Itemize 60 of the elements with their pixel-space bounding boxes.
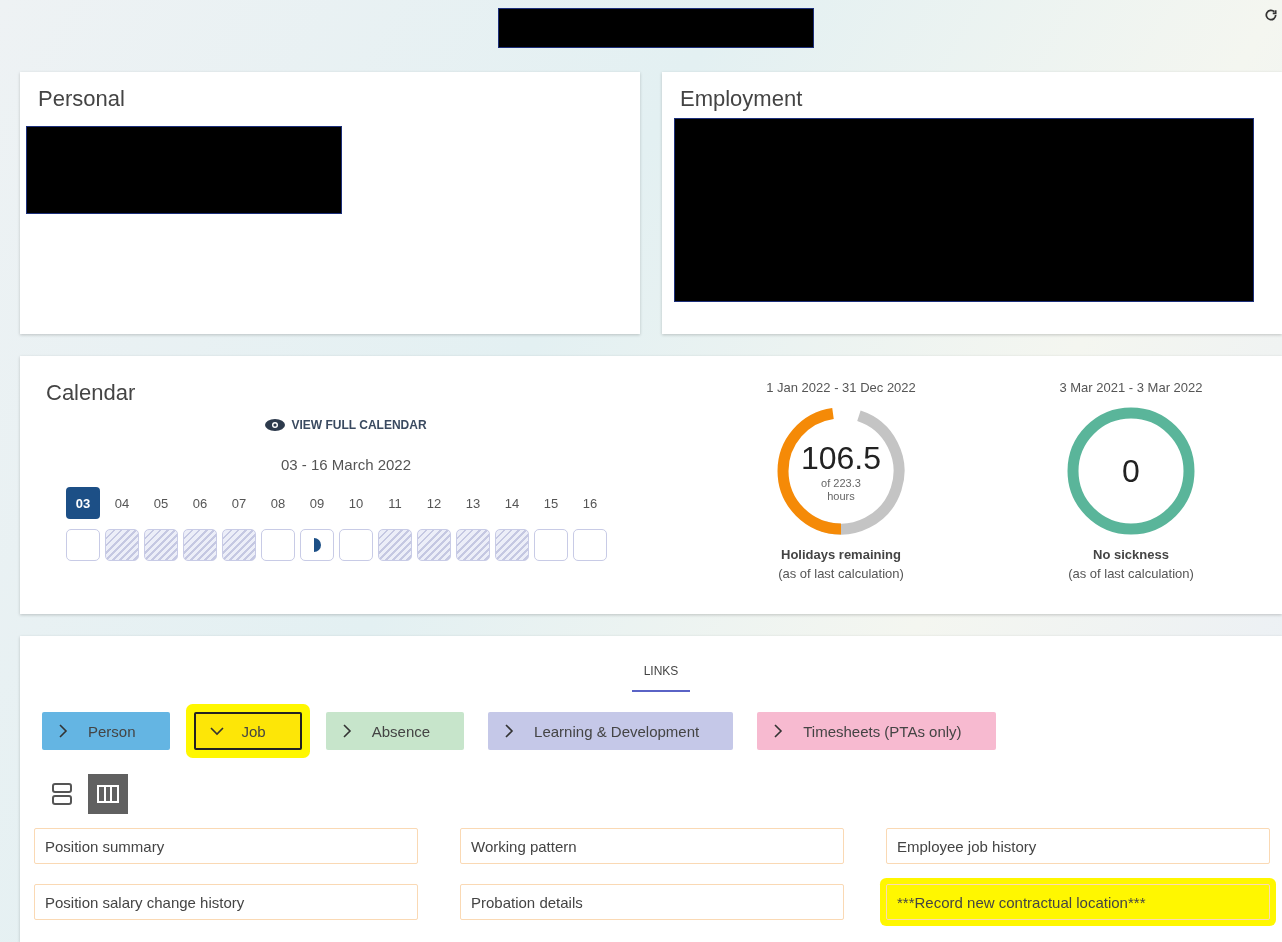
gauge-period: 1 Jan 2022 - 31 Dec 2022 (766, 380, 916, 395)
gauge-label: No sickness (1093, 547, 1169, 562)
day-cell[interactable] (66, 529, 100, 561)
day-number[interactable]: 13 (456, 487, 490, 519)
eye-icon (265, 419, 286, 431)
day-number[interactable]: 14 (495, 487, 529, 519)
day-cell[interactable] (456, 529, 490, 561)
day-number[interactable]: 16 (573, 487, 607, 519)
chevron-right-icon (56, 724, 70, 738)
day-cell[interactable] (417, 529, 451, 561)
day-number[interactable]: 09 (300, 487, 334, 519)
day-number[interactable]: 07 (222, 487, 256, 519)
day-cell[interactable] (573, 529, 607, 561)
day-number[interactable]: 10 (339, 487, 373, 519)
day-cell[interactable] (183, 529, 217, 561)
category-button[interactable]: Person (42, 712, 170, 750)
date-range: 03 - 16 March 2022 (280, 456, 412, 473)
chevron-down-icon (209, 724, 224, 738)
day-number[interactable]: 11 (378, 487, 412, 519)
gauge-value: 106.5 (800, 440, 882, 478)
job-link[interactable]: Position summary (34, 828, 418, 864)
day-number[interactable]: 12 (417, 487, 451, 519)
day-number[interactable]: 15 (534, 487, 568, 519)
card-title: Calendar (46, 380, 137, 406)
gauge-label: Holidays remaining (781, 547, 901, 562)
columns-view-button[interactable] (88, 774, 128, 814)
day-number[interactable]: 08 (261, 487, 295, 519)
day-cell[interactable] (495, 529, 529, 561)
job-link[interactable]: Position salary change history (34, 884, 418, 920)
rows-icon (52, 783, 72, 805)
gauge-total: of 223.3 (821, 477, 861, 490)
day-cell[interactable] (105, 529, 139, 561)
links-tab[interactable]: LINKS (631, 658, 691, 692)
day-number[interactable]: 06 (183, 487, 217, 519)
day-cell[interactable] (300, 529, 334, 561)
day-cell[interactable] (534, 529, 568, 561)
category-button[interactable]: Timesheets (PTAs only) (757, 712, 996, 750)
day-number[interactable]: 04 (105, 487, 139, 519)
card-title: Personal (37, 86, 126, 112)
category-button[interactable]: Learning & Development (488, 712, 734, 750)
day-cell[interactable] (222, 529, 256, 561)
job-link[interactable]: Working pattern (460, 828, 844, 864)
day-cell[interactable] (144, 529, 178, 561)
day-cell[interactable] (261, 529, 295, 561)
day-number[interactable]: 05 (144, 487, 178, 519)
gauge-unit: hours (827, 489, 855, 502)
card-title: Employment (680, 86, 804, 112)
gauge-period: 3 Mar 2021 - 3 Mar 2022 (1059, 380, 1203, 395)
gauge-note: (as of last calculation) (778, 566, 904, 581)
day-cell[interactable] (339, 529, 373, 561)
gauge-value: 0 (1122, 452, 1140, 490)
refresh-icon[interactable] (1264, 8, 1278, 22)
category-button[interactable]: Absence (325, 712, 465, 750)
view-calendar-link[interactable]: VIEW FULL CALENDAR (265, 418, 427, 432)
day-cell[interactable] (378, 529, 412, 561)
job-link[interactable]: Probation details (460, 884, 844, 920)
day-number[interactable]: 03 (66, 487, 100, 519)
gauge-note: (as of last calculation) (1068, 566, 1194, 581)
columns-icon (97, 785, 119, 803)
job-link[interactable]: Employee job history (886, 828, 1270, 864)
